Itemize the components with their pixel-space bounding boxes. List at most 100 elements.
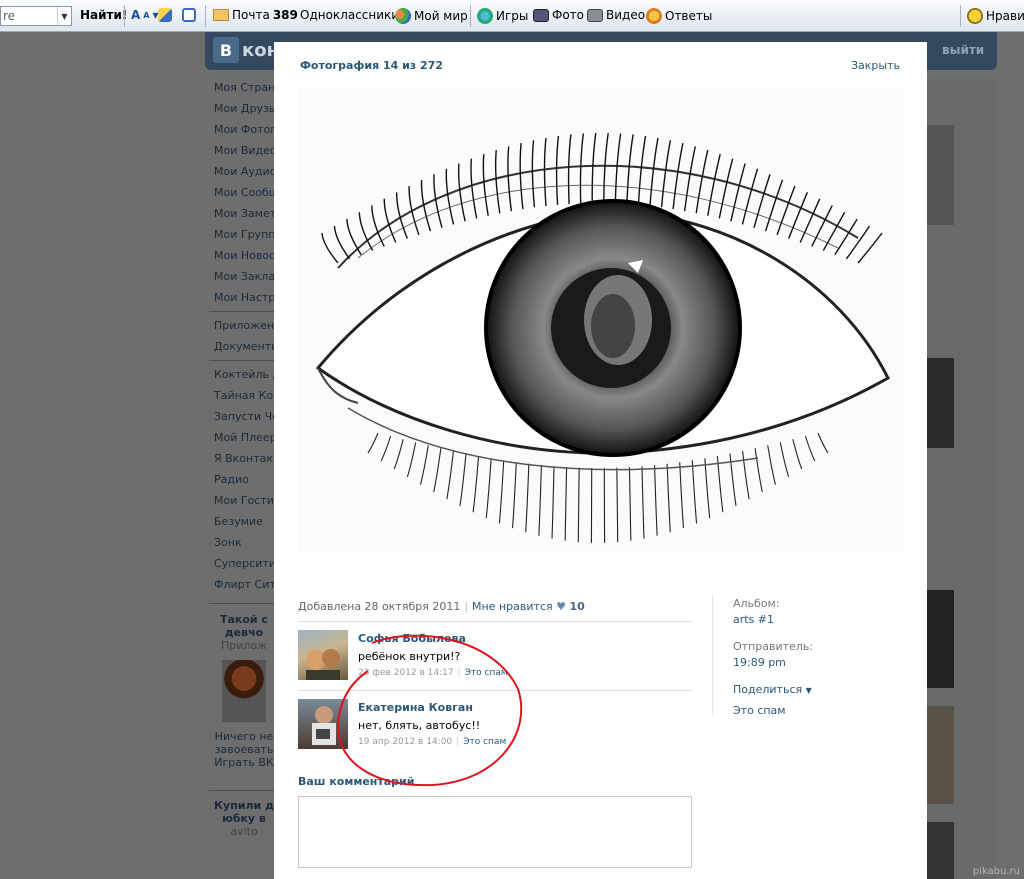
eyelash <box>555 135 560 205</box>
eyelash <box>660 140 672 208</box>
ad-block-1[interactable]: Такой с девчо Прилож Ничего не завоевать… <box>214 613 274 769</box>
sender-link[interactable]: 19:89 pm <box>733 656 786 669</box>
vk-logo[interactable]: В <box>213 37 239 63</box>
close-link[interactable]: Закрыть <box>851 59 900 72</box>
left-menu-item[interactable]: Мои Фотогр <box>214 122 274 143</box>
globe-icon <box>477 8 493 24</box>
eyelash <box>792 439 803 470</box>
photo-meta: Добавлена 28 октября 2011 | Мне нравится ♥… <box>298 600 585 613</box>
mail-label: Почта <box>232 8 270 22</box>
envelope-icon <box>213 9 229 21</box>
left-menu-item[interactable]: Запусти Че <box>214 409 274 430</box>
browser-toolbar: re ▼ Найти! A A ▾ Почта 389 Одноклассники М… <box>0 0 1024 32</box>
left-menu-item[interactable]: Мои Группы <box>214 227 274 248</box>
font-size-icon[interactable]: A A ▾ <box>131 8 159 22</box>
left-menu-item[interactable]: Суперсити <box>214 556 274 577</box>
eyelash <box>718 158 734 219</box>
avatar[interactable] <box>298 630 348 680</box>
sender-label: Отправитель: <box>733 640 814 653</box>
photo-sidebar: Альбом: arts #1 Отправитель: 19:89 pm По… <box>712 595 892 717</box>
chevron-down-icon[interactable]: ▼ <box>57 7 71 25</box>
left-menu-item[interactable]: Мои Друзья <box>214 101 274 122</box>
left-menu-item[interactable]: Коктейль Д <box>214 367 274 388</box>
left-menu-item[interactable]: Мои Заметк <box>214 206 274 227</box>
left-menu-item[interactable]: Зонк <box>214 535 274 556</box>
moimir-link[interactable]: Мой мир <box>395 8 468 24</box>
heart-icon[interactable]: ♥ <box>556 600 566 613</box>
menu-divider <box>209 360 274 361</box>
comment-input[interactable] <box>298 796 692 868</box>
eyelash <box>679 462 684 529</box>
divider <box>298 690 692 691</box>
left-menu-item[interactable]: Мои Гости <box>214 493 274 514</box>
games-link[interactable]: Игры <box>477 8 528 24</box>
eyelash <box>420 445 429 485</box>
eyelash <box>494 150 501 214</box>
left-menu-item[interactable]: Радио <box>214 472 274 493</box>
comment-footer: 23 фев 2012 в 14:17 | Это спам <box>358 668 508 678</box>
comment-date[interactable]: 23 фев 2012 в 14:17 <box>358 668 454 678</box>
left-menu-item[interactable]: Мои Настро <box>214 290 274 311</box>
toolbar-search-input[interactable]: re ▼ <box>0 6 72 26</box>
left-menu-item[interactable]: Безумие <box>214 514 274 535</box>
right-thumb <box>927 590 954 688</box>
eyelash <box>649 137 659 206</box>
film-icon <box>587 8 603 22</box>
ad-text: Ничего не <box>214 730 274 743</box>
photo-image[interactable] <box>298 88 904 553</box>
eyelash <box>433 174 443 228</box>
eyelash <box>393 439 404 470</box>
ad-title: девчо <box>224 626 264 639</box>
answers-label: Ответы <box>665 9 713 23</box>
eyelash <box>482 154 489 216</box>
video-link[interactable]: Видео <box>587 8 645 22</box>
right-thumb <box>927 125 954 225</box>
left-menu-item[interactable]: Мои Видеоз <box>214 143 274 164</box>
album-link[interactable]: arts #1 <box>733 613 774 626</box>
mail-button[interactable]: Почта 389 <box>213 8 298 22</box>
like-extension[interactable]: Нрави <box>967 8 1024 24</box>
comment-date[interactable]: 19 апр 2012 в 14:00 <box>358 737 452 747</box>
odnoklassniki-link[interactable]: Одноклассники <box>300 8 399 22</box>
left-menu-item[interactable]: Флирт Сити <box>214 577 274 598</box>
divider <box>298 621 692 622</box>
photo-link[interactable]: Фото <box>533 8 584 22</box>
left-menu-item[interactable]: Я Вконтакт <box>214 451 274 472</box>
spam-link[interactable]: Это спам <box>733 704 786 717</box>
left-menu-item[interactable]: Мой Плеер <box>214 430 274 451</box>
left-menu-item[interactable]: Приложени <box>214 318 274 339</box>
answers-link[interactable]: Ответы <box>646 8 712 24</box>
comment-author[interactable]: Екатерина Ковган <box>358 701 473 714</box>
eyelash <box>704 458 711 519</box>
share-button[interactable]: Поделиться ▼ <box>733 683 812 696</box>
left-menu-item[interactable]: Тайная Ком <box>214 388 274 409</box>
comment-text: нет, блять, автобус!! <box>358 719 481 732</box>
eyelash <box>321 232 339 264</box>
exit-link[interactable]: выйти <box>942 43 984 57</box>
eyelash <box>695 149 709 214</box>
zoom-icon[interactable] <box>182 8 196 22</box>
eyelash <box>564 467 568 541</box>
chevron-down-icon: ▼ <box>805 686 812 695</box>
left-menu-apps: ПриложениДокументы <box>214 318 274 360</box>
spam-link[interactable]: Это спам <box>465 668 508 678</box>
left-menu-item[interactable]: Мои Новост <box>214 248 274 269</box>
menu-divider <box>209 790 274 791</box>
left-menu-item[interactable]: Моя Страни <box>214 80 274 101</box>
eyelash <box>603 132 609 204</box>
moimir-label: Мой мир <box>414 9 468 23</box>
ad-title: Такой с <box>219 613 268 626</box>
left-menu-item[interactable]: Мои Сообщ <box>214 185 274 206</box>
left-menu-item[interactable]: Документы <box>214 339 274 360</box>
find-button[interactable]: Найти! <box>80 8 127 22</box>
like-extension-label: Нрави <box>986 9 1024 23</box>
highlighter-icon[interactable] <box>158 8 172 22</box>
left-menu-item[interactable]: Мои Аудиоз <box>214 164 274 185</box>
ad-block-2[interactable]: Купили д юбку в avito <box>214 799 274 838</box>
left-menu-item[interactable]: Мои Заклад <box>214 269 274 290</box>
meta-divider: | <box>464 600 469 613</box>
avatar[interactable] <box>298 699 348 749</box>
comment-author[interactable]: Софья Бобылева <box>358 632 466 645</box>
spam-link[interactable]: Это спам <box>463 737 506 747</box>
like-button[interactable]: Мне нравится <box>472 600 553 613</box>
